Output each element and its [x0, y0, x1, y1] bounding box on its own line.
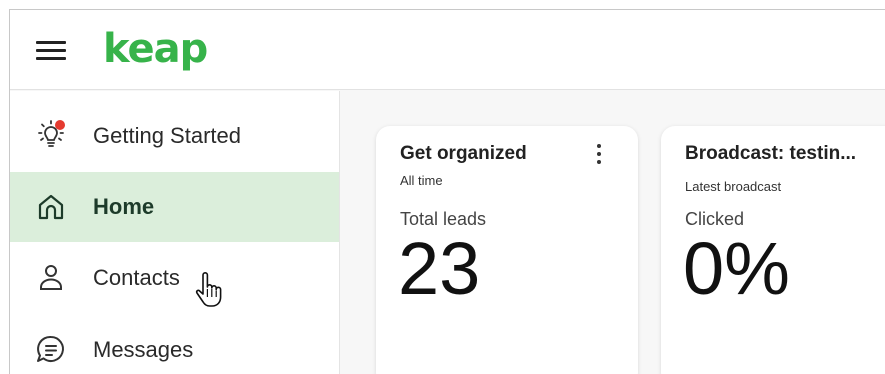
dashboard-card-broadcast[interactable]: Broadcast: testin... Latest broadcast Cl…	[661, 126, 885, 374]
card-metric-value: 0%	[683, 227, 790, 310]
sidebar-item-label: Home	[93, 194, 155, 219]
sidebar-item-contacts[interactable]: Contacts	[10, 243, 339, 313]
keap-logo[interactable]: keap	[103, 26, 208, 72]
card-title: Broadcast: testin...	[685, 143, 857, 164]
card-metric-value: 23	[398, 227, 481, 310]
home-icon	[34, 190, 68, 224]
sidebar-item-label: Getting Started	[93, 123, 241, 148]
person-icon	[34, 261, 68, 295]
lightbulb-icon	[34, 119, 68, 153]
kebab-icon[interactable]	[588, 140, 610, 168]
sidebar-item-messages[interactable]: Messages	[10, 315, 339, 374]
sidebar-item-label: Contacts	[93, 265, 180, 290]
sidebar-item-home[interactable]: Home	[10, 172, 339, 242]
sidebar-item-getting-started[interactable]: Getting Started	[10, 101, 339, 171]
hamburger-icon[interactable]	[34, 39, 68, 63]
notification-dot	[55, 120, 65, 130]
chat-bubble-icon	[34, 333, 68, 367]
sidebar: Getting Started Home Contacts Messages	[10, 91, 340, 374]
card-title: Get organized	[400, 143, 527, 164]
dashboard-card-get-organized[interactable]: Get organized All time Total leads 23	[376, 126, 638, 374]
top-bar: keap	[10, 10, 885, 90]
card-subtitle: All time	[400, 173, 443, 188]
card-subtitle: Latest broadcast	[685, 179, 782, 194]
sidebar-item-label: Messages	[93, 337, 194, 362]
app-window: keap Getting Started Home Contacts Messa…	[9, 9, 885, 374]
